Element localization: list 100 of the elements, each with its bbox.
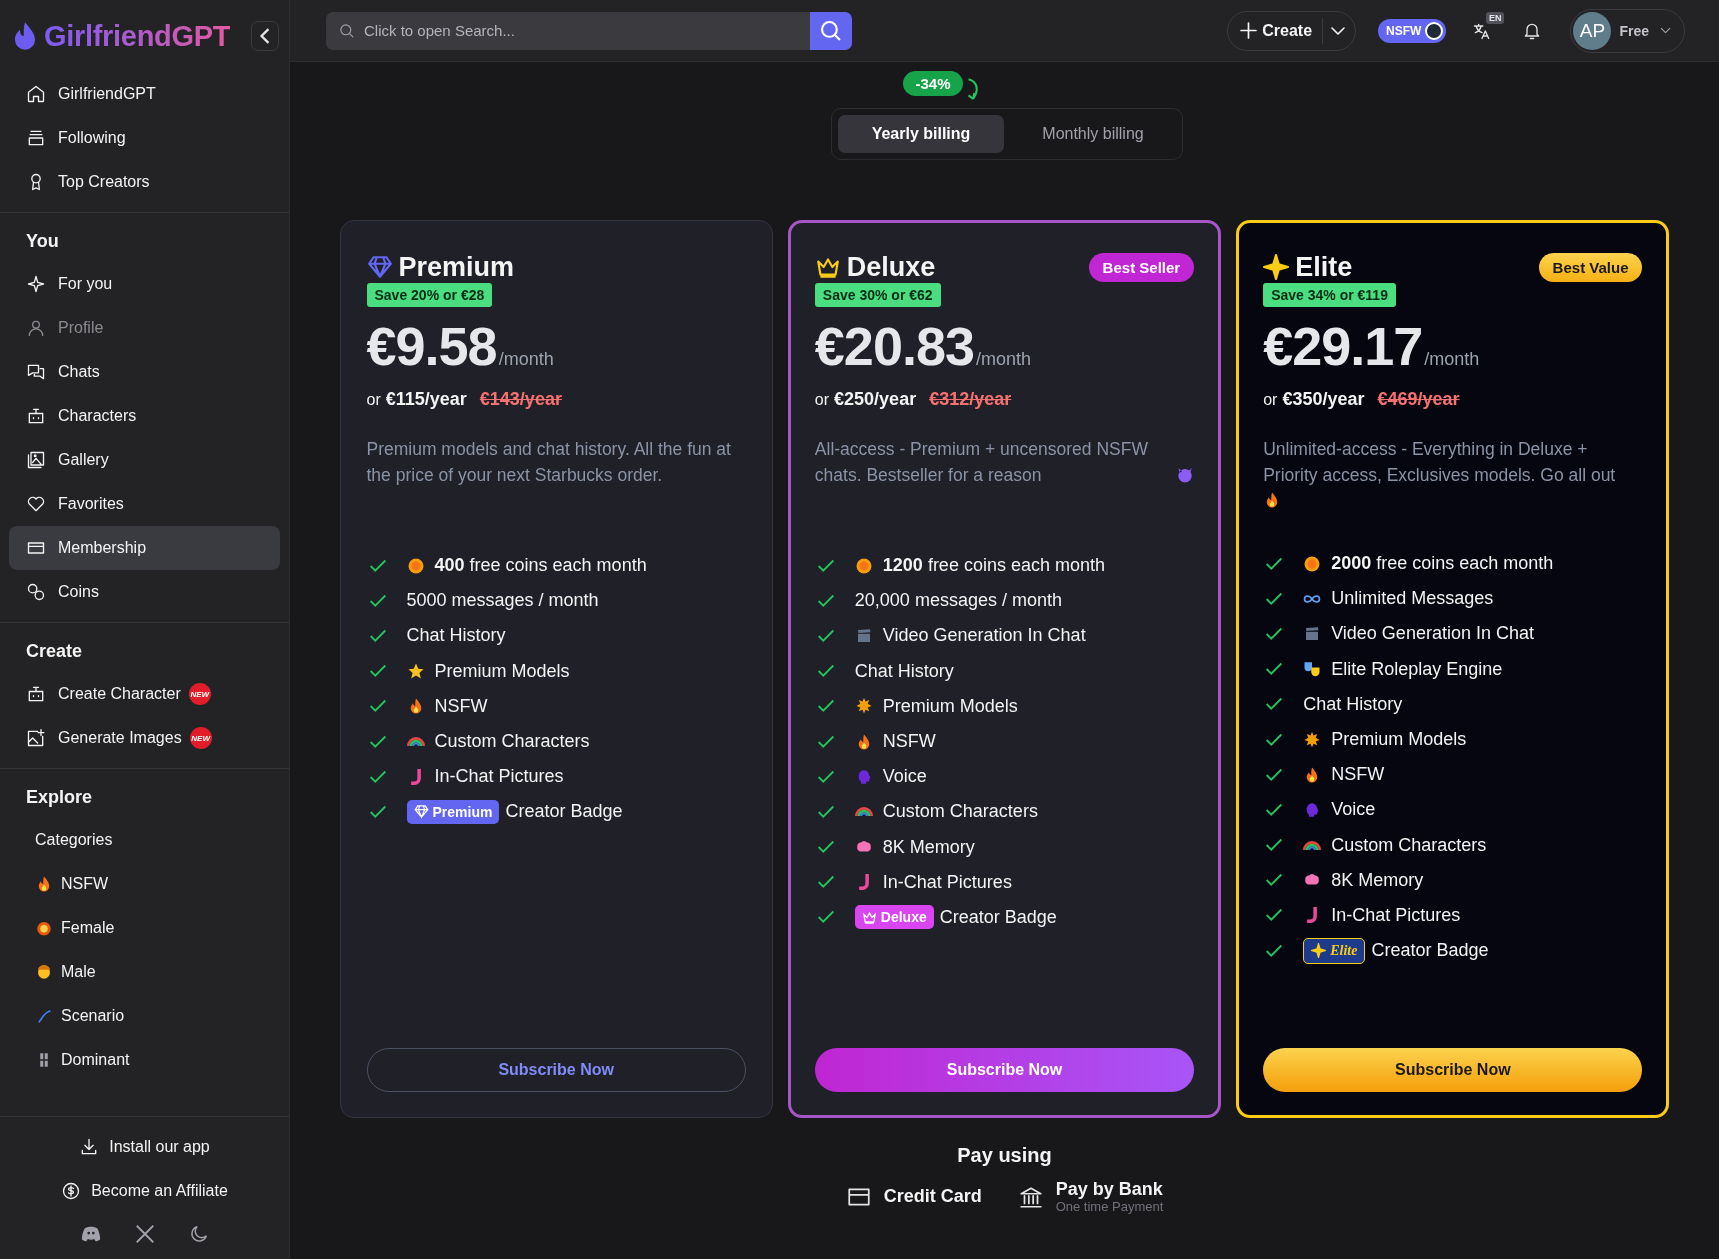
new-badge: NEW — [189, 727, 212, 749]
feature-text: Premium Models — [882, 695, 1018, 717]
category-item[interactable]: Categories — [9, 818, 280, 862]
sidebar-item[interactable]: Coins — [9, 570, 280, 614]
stack-icon — [26, 128, 46, 148]
category-item[interactable]: NSFW — [9, 862, 280, 906]
feature-text: Premium Models — [434, 660, 570, 682]
subscribe-button[interactable]: Subscribe Now — [814, 1048, 1195, 1092]
star-icon — [406, 662, 425, 681]
price: €9.58 — [366, 315, 497, 377]
sidebar-item[interactable]: Membership — [9, 526, 280, 570]
plan-name: Elite — [1295, 251, 1353, 283]
language-badge: EN — [1485, 11, 1505, 24]
diamond-icon — [413, 804, 429, 820]
feature-text: 20,000 messages / month — [854, 590, 1062, 612]
sidebar-item[interactable]: Chats — [9, 350, 280, 394]
feature-text: Custom Characters — [434, 731, 590, 753]
sparkle-icon — [1263, 254, 1290, 280]
plan-description: All-access - Premium + uncensored NSFW chats. Bestseller for a reason — [814, 438, 1149, 487]
price-period: /month — [976, 349, 1032, 370]
feature-text: 2000 free coins each month — [1331, 553, 1554, 575]
feature-text: Custom Characters — [882, 801, 1038, 823]
badge-label: Elite — [1330, 942, 1358, 959]
coin-icon — [406, 556, 425, 575]
original-yearly-price: €143/year — [479, 389, 562, 410]
sidebar-item[interactable]: Characters — [9, 394, 280, 438]
feature-text: Creator Badge — [939, 906, 1057, 928]
sidebar-item[interactable]: Gallery — [9, 438, 280, 482]
price: €29.17 — [1263, 315, 1423, 377]
feature-text: Chat History — [1303, 693, 1403, 715]
feature-text: NSFW — [882, 731, 936, 753]
sidebar-item[interactable]: Following — [9, 116, 280, 160]
feature-text: Video Generation In Chat — [882, 625, 1086, 647]
rainbow-icon — [854, 807, 873, 817]
footer-link[interactable]: Become an Affiliate — [61, 1173, 228, 1209]
x-logo-icon[interactable] — [133, 1223, 156, 1245]
search-icon — [821, 20, 841, 41]
pay-title: Pay using — [957, 1144, 1052, 1167]
payment-method[interactable]: Credit Card — [883, 1186, 982, 1207]
category-item[interactable]: Dominant — [9, 1038, 280, 1082]
feature-text: In-Chat Pictures — [882, 871, 1012, 893]
yearly-prefix: or — [1263, 391, 1278, 409]
plan-ribbon: Best Value — [1538, 252, 1643, 282]
original-yearly-price: €469/year — [1377, 389, 1460, 410]
subscribe-button[interactable]: Subscribe Now — [1263, 1048, 1643, 1092]
dollar-icon — [61, 1181, 82, 1201]
plan-name: Premium — [398, 251, 515, 283]
sidebar-item[interactable]: Generate Images — [9, 716, 182, 760]
sidebar-item[interactable]: GirlfriendGPT — [9, 72, 280, 116]
feature-text: 1200 free coins each month — [882, 555, 1105, 577]
feature-text: Premium Models — [1331, 729, 1467, 751]
category-item[interactable]: Scenario — [9, 994, 280, 1038]
sidebar-item[interactable]: Top Creators — [9, 160, 280, 204]
original-yearly-price: €312/year — [929, 389, 1012, 410]
sidebar-item[interactable]: For you — [9, 262, 280, 306]
nsfw-toggle[interactable]: NSFW — [1378, 18, 1447, 43]
search-field[interactable]: Click to open Search... — [326, 11, 810, 50]
plan-label: Free — [1619, 22, 1649, 39]
rainbow-icon — [1303, 840, 1322, 850]
billing-tab[interactable]: Yearly billing — [838, 115, 1004, 153]
category-item[interactable]: Female — [9, 906, 280, 950]
savings-badge: Save 30% or €62 — [814, 283, 941, 307]
sun-icon — [1303, 730, 1322, 749]
feature-text: Chat History — [406, 625, 506, 647]
category-item[interactable]: Male — [9, 950, 280, 994]
sidebar-item[interactable]: Create Character — [9, 672, 181, 716]
feature-text: 400 free coins each month — [434, 555, 647, 577]
yearly-price: €350/year — [1282, 389, 1365, 410]
coin-icon — [854, 556, 873, 575]
sidebar-item[interactable]: Favorites — [9, 482, 280, 526]
avatar: AP — [1573, 11, 1612, 50]
imageplus-icon — [26, 728, 46, 748]
search-button[interactable] — [810, 11, 852, 50]
feature-text: 5000 messages / month — [406, 590, 599, 612]
feature-text: Chat History — [854, 660, 954, 682]
collapse-sidebar-button[interactable] — [251, 21, 279, 51]
feature-text: In-Chat Pictures — [1331, 904, 1461, 926]
yearly-price: €250/year — [834, 389, 917, 410]
chevron-down-icon — [1331, 26, 1346, 35]
savings-badge: Save 20% or €28 — [366, 283, 493, 307]
footer-link[interactable]: Install our app — [79, 1129, 210, 1165]
payment-method[interactable]: Pay by Bank — [1055, 1179, 1164, 1200]
feature-text: Creator Badge — [1371, 940, 1489, 962]
section-title: Create — [25, 640, 84, 663]
discount-badge: -34% — [903, 70, 963, 96]
user-icon — [26, 318, 46, 338]
masks-icon — [1303, 660, 1322, 679]
sparkle-icon — [26, 274, 46, 294]
new-badge: NEW — [188, 683, 211, 705]
home-icon — [26, 84, 46, 104]
crown-icon — [861, 909, 877, 925]
badge-label: Deluxe — [880, 909, 927, 926]
billing-tab[interactable]: Monthly billing — [1010, 115, 1176, 153]
feature-text: Voice — [1331, 799, 1376, 821]
diamond-icon — [366, 254, 393, 280]
plus-icon — [1240, 22, 1258, 39]
robot-icon — [26, 406, 46, 426]
price-period: /month — [498, 349, 554, 370]
price: €20.83 — [814, 315, 974, 377]
feature-text: Creator Badge — [505, 801, 623, 823]
